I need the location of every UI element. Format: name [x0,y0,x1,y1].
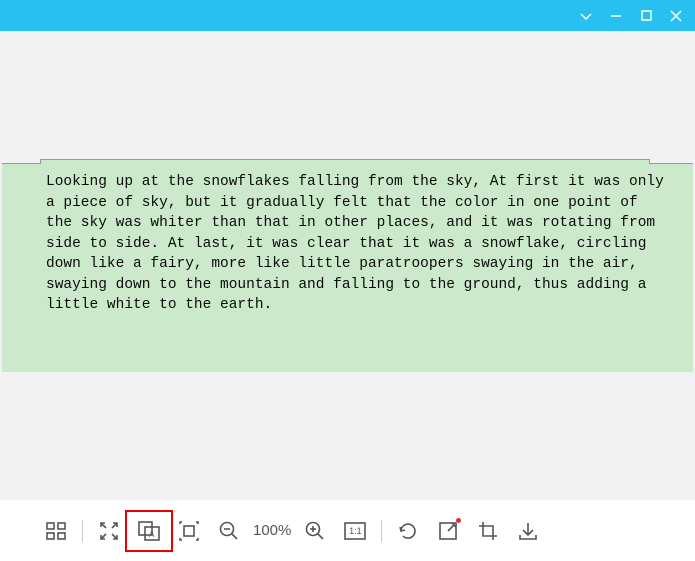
close-button[interactable] [661,0,691,31]
edit-button[interactable] [428,511,468,551]
crop-button[interactable] [468,511,508,551]
toolbar: A 100% 1:1 [0,500,695,561]
ocr-button[interactable]: A [129,511,169,551]
fit-button[interactable] [169,511,209,551]
actual-size-text: 1:1 [349,526,362,536]
fullscreen-icon [99,521,119,541]
zoom-in-icon [305,521,325,541]
chevron-down-icon [579,9,593,23]
fullscreen-button[interactable] [89,511,129,551]
toolbar-divider [381,520,382,542]
dropdown-button[interactable] [571,0,601,31]
crop-icon [478,521,498,541]
maximize-icon [641,10,652,21]
download-button[interactable] [508,511,548,551]
edit-icon [439,522,457,540]
fit-icon [179,521,199,541]
zoom-level-label[interactable]: 100% [249,522,295,539]
close-icon [670,10,682,22]
content-area: Looking up at the snowflakes falling fro… [0,31,695,500]
zoom-out-button[interactable] [209,511,249,551]
zoom-in-button[interactable] [295,511,335,551]
download-icon [518,521,538,541]
toolbar-divider [82,520,83,542]
maximize-button[interactable] [631,0,661,31]
document-tab-edge [40,159,650,164]
notification-dot [456,518,461,523]
thumbnails-icon [46,521,66,541]
zoom-out-icon [219,521,239,541]
svg-text:A: A [149,530,155,539]
rotate-icon [398,521,418,541]
document-text: Looking up at the snowflakes falling fro… [2,164,693,324]
minimize-button[interactable] [601,0,631,31]
titlebar [0,0,695,31]
ocr-icon: A [138,521,160,541]
thumbnails-button[interactable] [36,511,76,551]
document-viewport: Looking up at the snowflakes falling fro… [2,163,693,372]
minimize-icon [610,10,622,22]
rotate-button[interactable] [388,511,428,551]
actual-size-button[interactable]: 1:1 [335,511,375,551]
